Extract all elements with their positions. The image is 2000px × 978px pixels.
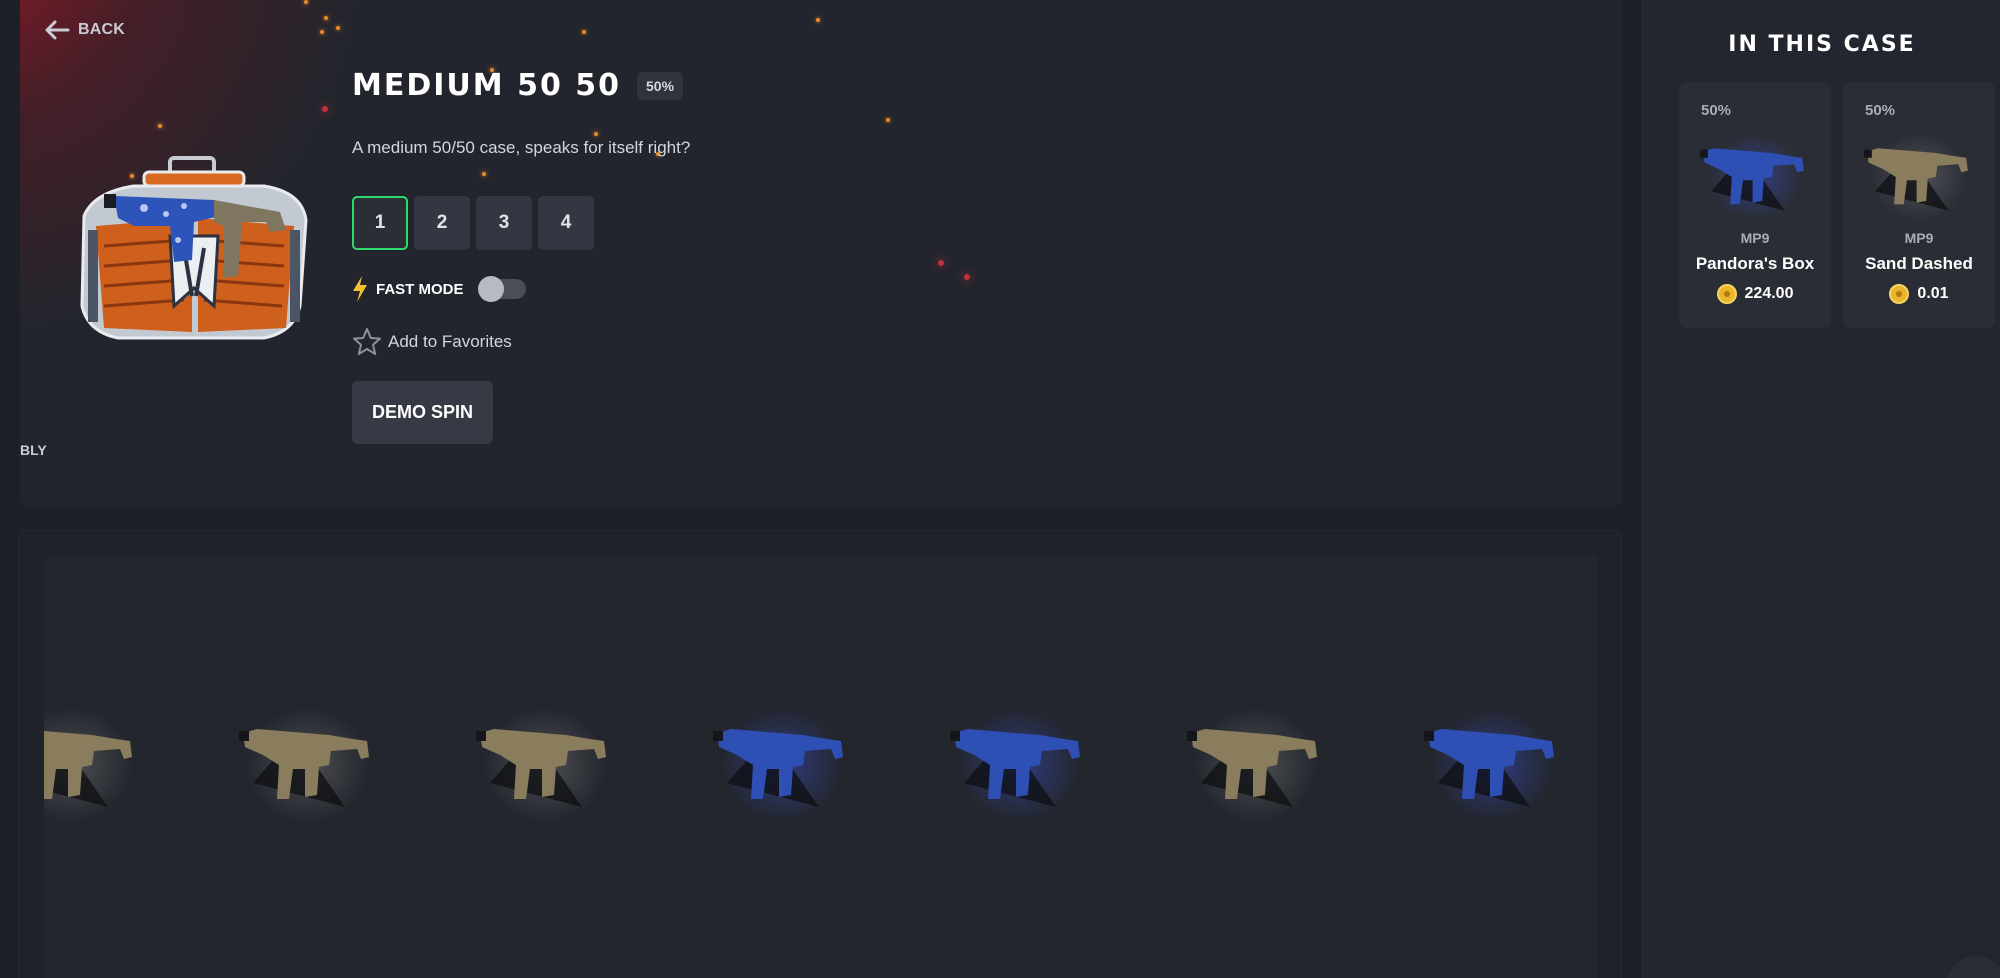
quantity-option-4[interactable]: 4 — [538, 196, 594, 250]
mp9-tan-icon — [476, 707, 607, 823]
fast-mode-row: FAST MODE — [352, 276, 526, 302]
reel-item — [1181, 695, 1331, 825]
spark-decoration — [320, 30, 324, 34]
case-image — [74, 156, 314, 346]
odds-badge: 50% — [637, 71, 684, 100]
spark-decoration — [324, 16, 328, 20]
spark-decoration — [336, 26, 340, 30]
spark-decoration — [322, 106, 328, 112]
item-price: 0.01 — [1843, 284, 1995, 304]
spark-decoration — [964, 274, 970, 280]
spark-decoration — [304, 0, 308, 4]
item-price-value: 224.00 — [1744, 285, 1794, 302]
spark-decoration — [938, 260, 944, 266]
mp9-tan-icon — [44, 707, 133, 823]
back-label: BACK — [78, 21, 126, 38]
mp9-blue-icon — [950, 707, 1081, 823]
spark-decoration — [482, 172, 486, 176]
title-row: MEDIUM 50 50 50% — [352, 68, 684, 103]
quantity-option-3[interactable]: 3 — [476, 196, 532, 250]
demo-spin-button[interactable]: DEMO SPIN — [352, 381, 493, 444]
item-price: 224.00 — [1679, 284, 1831, 304]
arrow-left-icon — [45, 20, 70, 40]
item-price-value: 0.01 — [1917, 285, 1949, 302]
reel-item — [233, 695, 383, 825]
case-title: MEDIUM 50 50 — [352, 68, 622, 103]
toggle-knob — [477, 276, 504, 302]
case-contents-sidebar: IN THIS CASE 50% MP9 Pandora's Box 224.0… — [1642, 0, 2000, 978]
reel-item — [707, 695, 857, 825]
reel-item — [1418, 695, 1568, 825]
item-card-pandoras-box[interactable]: 50% MP9 Pandora's Box 224.00 — [1679, 82, 1831, 328]
mp9-blue-icon — [1699, 133, 1804, 221]
reel-item — [44, 695, 146, 825]
item-odds: 50% — [1701, 102, 1732, 119]
item-image — [1859, 118, 1979, 228]
star-icon — [353, 328, 381, 355]
quantity-option-1[interactable]: 1 — [352, 196, 408, 250]
mp9-tan-icon — [239, 707, 370, 823]
spinner-reel — [44, 555, 1598, 978]
quantity-selector: 1 2 3 4 — [352, 196, 594, 250]
back-button[interactable]: BACK — [44, 20, 125, 40]
main-column: BACK MEDIUM 50 50 50% A medium 50/50 cas… — [0, 0, 1640, 978]
spark-decoration — [886, 118, 890, 122]
spark-decoration — [594, 132, 598, 136]
reel-item — [470, 695, 620, 825]
case-description: A medium 50/50 case, speaks for itself r… — [352, 138, 691, 157]
item-weapon: MP9 — [1740, 230, 1770, 246]
mp9-blue-icon — [1424, 707, 1555, 823]
quantity-option-2[interactable]: 2 — [414, 196, 470, 250]
coin-icon — [1716, 284, 1737, 304]
item-odds: 50% — [1865, 102, 1896, 119]
item-image — [1695, 118, 1815, 228]
weapon-case-icon — [80, 156, 308, 340]
lightning-icon — [353, 276, 367, 302]
coin-icon — [1889, 284, 1910, 304]
cropped-side-label: BLY — [20, 442, 47, 458]
fast-mode-toggle[interactable] — [477, 276, 526, 302]
mp9-tan-icon — [1187, 707, 1318, 823]
item-card-sand-dashed[interactable]: 50% MP9 Sand Dashed 0.01 — [1843, 82, 1995, 328]
mp9-blue-icon — [713, 707, 844, 823]
mp9-tan-icon — [1863, 133, 1968, 221]
item-name: Pandora's Box — [1695, 254, 1815, 273]
fast-mode-label: FAST MODE — [376, 280, 464, 298]
item-name: Sand Dashed — [1865, 254, 1973, 273]
add-to-favorites-button[interactable]: Add to Favorites — [352, 327, 512, 357]
sidebar-title: IN THIS CASE — [1728, 32, 1916, 57]
spark-decoration — [816, 18, 820, 22]
spark-decoration — [158, 124, 162, 128]
item-weapon: MP9 — [1904, 230, 1934, 246]
favorites-label: Add to Favorites — [388, 332, 512, 351]
spark-decoration — [582, 30, 586, 34]
reel-item — [944, 695, 1094, 825]
